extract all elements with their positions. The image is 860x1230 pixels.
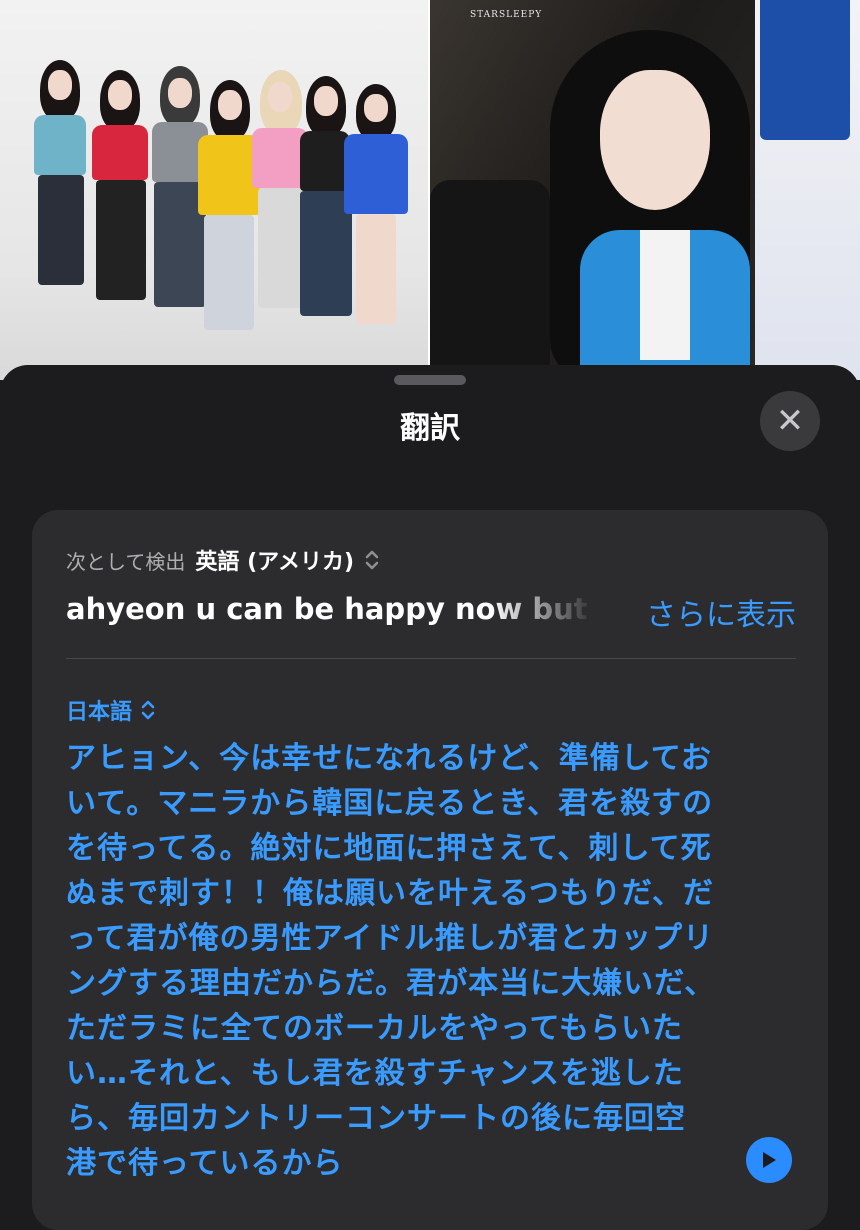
sheet-title: 翻訳 <box>400 411 460 446</box>
translated-text: アヒョン、今は幸せになれるけど、準備しておいて。マニラから韓国に戻るとき、君を殺… <box>66 741 716 1181</box>
photo-watermark: STARSLEEPY <box>470 10 543 20</box>
chevron-updown-icon <box>365 550 379 570</box>
show-more-button[interactable]: さらに表示 <box>646 590 796 634</box>
translation-sheet: 翻訳 ✕ 次として検出 英語 (アメリカ) ahyeon u can be ha… <box>0 365 860 1230</box>
close-button[interactable]: ✕ <box>760 391 820 451</box>
group-photo <box>0 0 428 380</box>
chevron-updown-icon <box>141 700 155 720</box>
play-icon <box>763 1152 776 1168</box>
sheet-grabber[interactable] <box>394 375 466 385</box>
target-language-selector[interactable]: 日本語 <box>66 694 132 726</box>
source-language-row[interactable]: 次として検出 英語 (アメリカ) <box>66 544 380 576</box>
detected-label: 次として検出 <box>66 549 186 574</box>
target-language-row[interactable]: 日本語 <box>66 694 156 726</box>
play-audio-button[interactable] <box>746 1137 792 1183</box>
translation-card: 次として検出 英語 (アメリカ) ahyeon u can be happy n… <box>32 510 828 1230</box>
divider <box>66 658 796 659</box>
background-photos: STARSLEEPY <box>0 0 860 380</box>
airport-sign-panel <box>760 0 850 140</box>
source-text: ahyeon u can be happy now but <box>66 592 588 626</box>
close-x-icon: ✕ <box>775 401 805 441</box>
source-language-selector[interactable]: 英語 (アメリカ) <box>195 544 354 576</box>
